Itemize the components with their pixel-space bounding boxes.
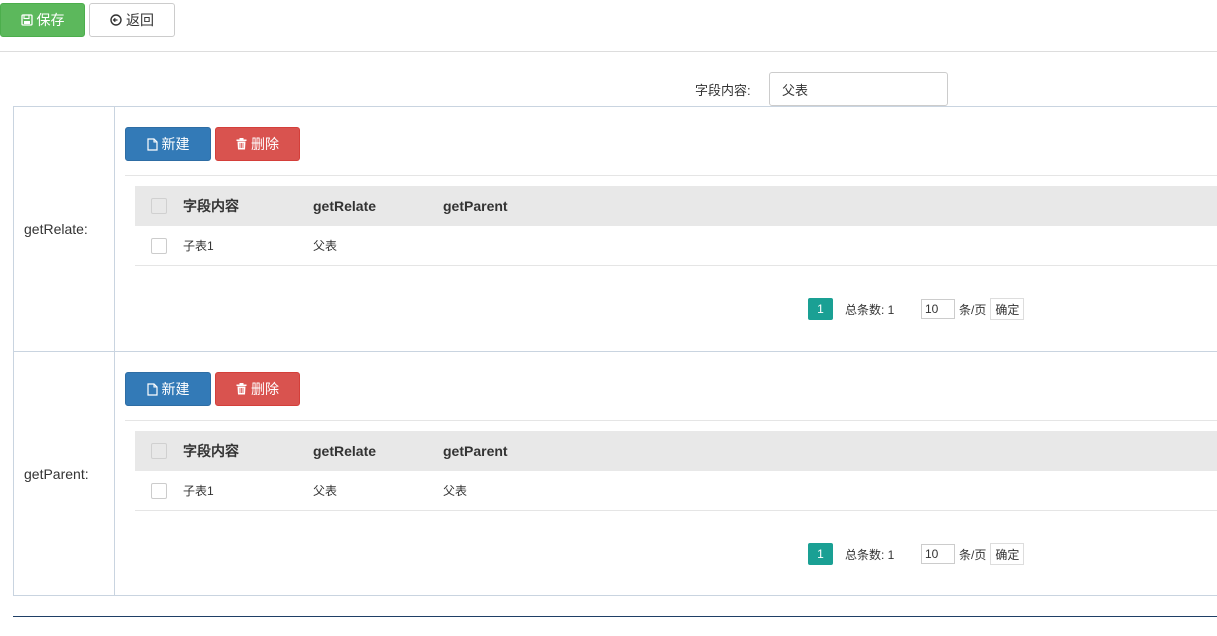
select-all-checkbox[interactable] xyxy=(151,198,167,214)
new-button[interactable]: 新建 xyxy=(125,372,211,406)
relation-content: 新建 删除 字段内容 getRelate getParent 子表1 xyxy=(115,352,1217,595)
grid-header: 字段内容 getRelate getParent xyxy=(135,186,1217,226)
table-cell: 父表 xyxy=(313,484,338,498)
column-header[interactable]: getParent xyxy=(443,198,573,214)
column-header[interactable]: getRelate xyxy=(313,443,443,459)
relation-label: getRelate: xyxy=(14,107,115,351)
pagination: 1 总条数: 1 条/页 确定 xyxy=(808,543,1025,565)
field-content-row: 字段内容: xyxy=(695,72,948,106)
file-icon xyxy=(146,382,158,396)
trash-icon xyxy=(236,383,247,395)
page-size-unit: 条/页 xyxy=(959,547,987,562)
pagination: 1 总条数: 1 条/页 确定 xyxy=(808,298,1025,320)
column-header[interactable]: getRelate xyxy=(313,198,443,214)
page-size-confirm-button[interactable]: 确定 xyxy=(990,543,1025,565)
save-button[interactable]: 保存 xyxy=(0,3,85,37)
relation-row-getrelate: getRelate: 新建 删除 字段内容 getRelate getParen… xyxy=(14,107,1217,352)
grid-header: 字段内容 getRelate getParent xyxy=(135,431,1217,471)
toolbar-divider xyxy=(0,51,1217,52)
column-header[interactable]: 字段内容 xyxy=(183,196,313,216)
new-button-label: 新建 xyxy=(161,136,190,152)
save-button-label: 保存 xyxy=(36,12,65,28)
page-size-input[interactable] xyxy=(921,299,955,319)
page-size-confirm-button[interactable]: 确定 xyxy=(990,298,1025,320)
table-row[interactable]: 子表1 父表 xyxy=(135,226,1217,266)
data-grid: 字段内容 getRelate getParent 子表1 父表 父表 xyxy=(135,431,1217,511)
row-checkbox[interactable] xyxy=(151,237,167,254)
trash-icon xyxy=(236,138,247,150)
table-cell: 子表1 xyxy=(183,239,214,253)
sub-toolbar-divider xyxy=(125,175,1217,176)
field-content-input[interactable] xyxy=(769,72,948,106)
field-content-label: 字段内容: xyxy=(695,82,751,98)
page-size-unit: 条/页 xyxy=(959,302,987,317)
file-icon xyxy=(146,137,158,151)
sub-toolbar-divider xyxy=(125,420,1217,421)
circle-arrow-left-icon xyxy=(110,14,122,26)
main-toolbar: 保存 返回 xyxy=(0,3,175,37)
column-header[interactable]: getParent xyxy=(443,443,573,459)
delete-button-label: 删除 xyxy=(251,381,279,397)
page-number-current[interactable]: 1 xyxy=(808,298,833,320)
page-size-input[interactable] xyxy=(921,544,955,564)
select-all-checkbox[interactable] xyxy=(151,443,167,459)
relation-table: getRelate: 新建 删除 字段内容 getRelate getParen… xyxy=(13,106,1217,596)
total-count: 总条数: 1 xyxy=(845,547,895,562)
back-button-label: 返回 xyxy=(126,12,154,28)
row-checkbox[interactable] xyxy=(151,482,167,499)
table-cell: 父表 xyxy=(443,484,468,498)
bottom-divider xyxy=(13,616,1217,617)
table-cell: 子表1 xyxy=(183,484,214,498)
page-number-current[interactable]: 1 xyxy=(808,543,833,565)
total-count: 总条数: 1 xyxy=(845,302,895,317)
sub-toolbar: 新建 删除 xyxy=(125,127,300,161)
table-row[interactable]: 子表1 父表 父表 xyxy=(135,471,1217,511)
new-button[interactable]: 新建 xyxy=(125,127,211,161)
relation-row-getparent: getParent: 新建 删除 字段内容 getRelate getParen… xyxy=(14,352,1217,596)
sub-toolbar: 新建 删除 xyxy=(125,372,300,406)
floppy-disk-icon xyxy=(20,14,33,26)
delete-button-label: 删除 xyxy=(251,136,279,152)
relation-content: 新建 删除 字段内容 getRelate getParent 子表1 xyxy=(115,107,1217,351)
back-button[interactable]: 返回 xyxy=(89,3,175,37)
new-button-label: 新建 xyxy=(161,381,190,397)
delete-button[interactable]: 删除 xyxy=(215,127,300,161)
relation-label: getParent: xyxy=(14,352,115,595)
delete-button[interactable]: 删除 xyxy=(215,372,300,406)
column-header[interactable]: 字段内容 xyxy=(183,441,313,461)
table-cell: 父表 xyxy=(313,239,338,253)
data-grid: 字段内容 getRelate getParent 子表1 父表 xyxy=(135,186,1217,266)
